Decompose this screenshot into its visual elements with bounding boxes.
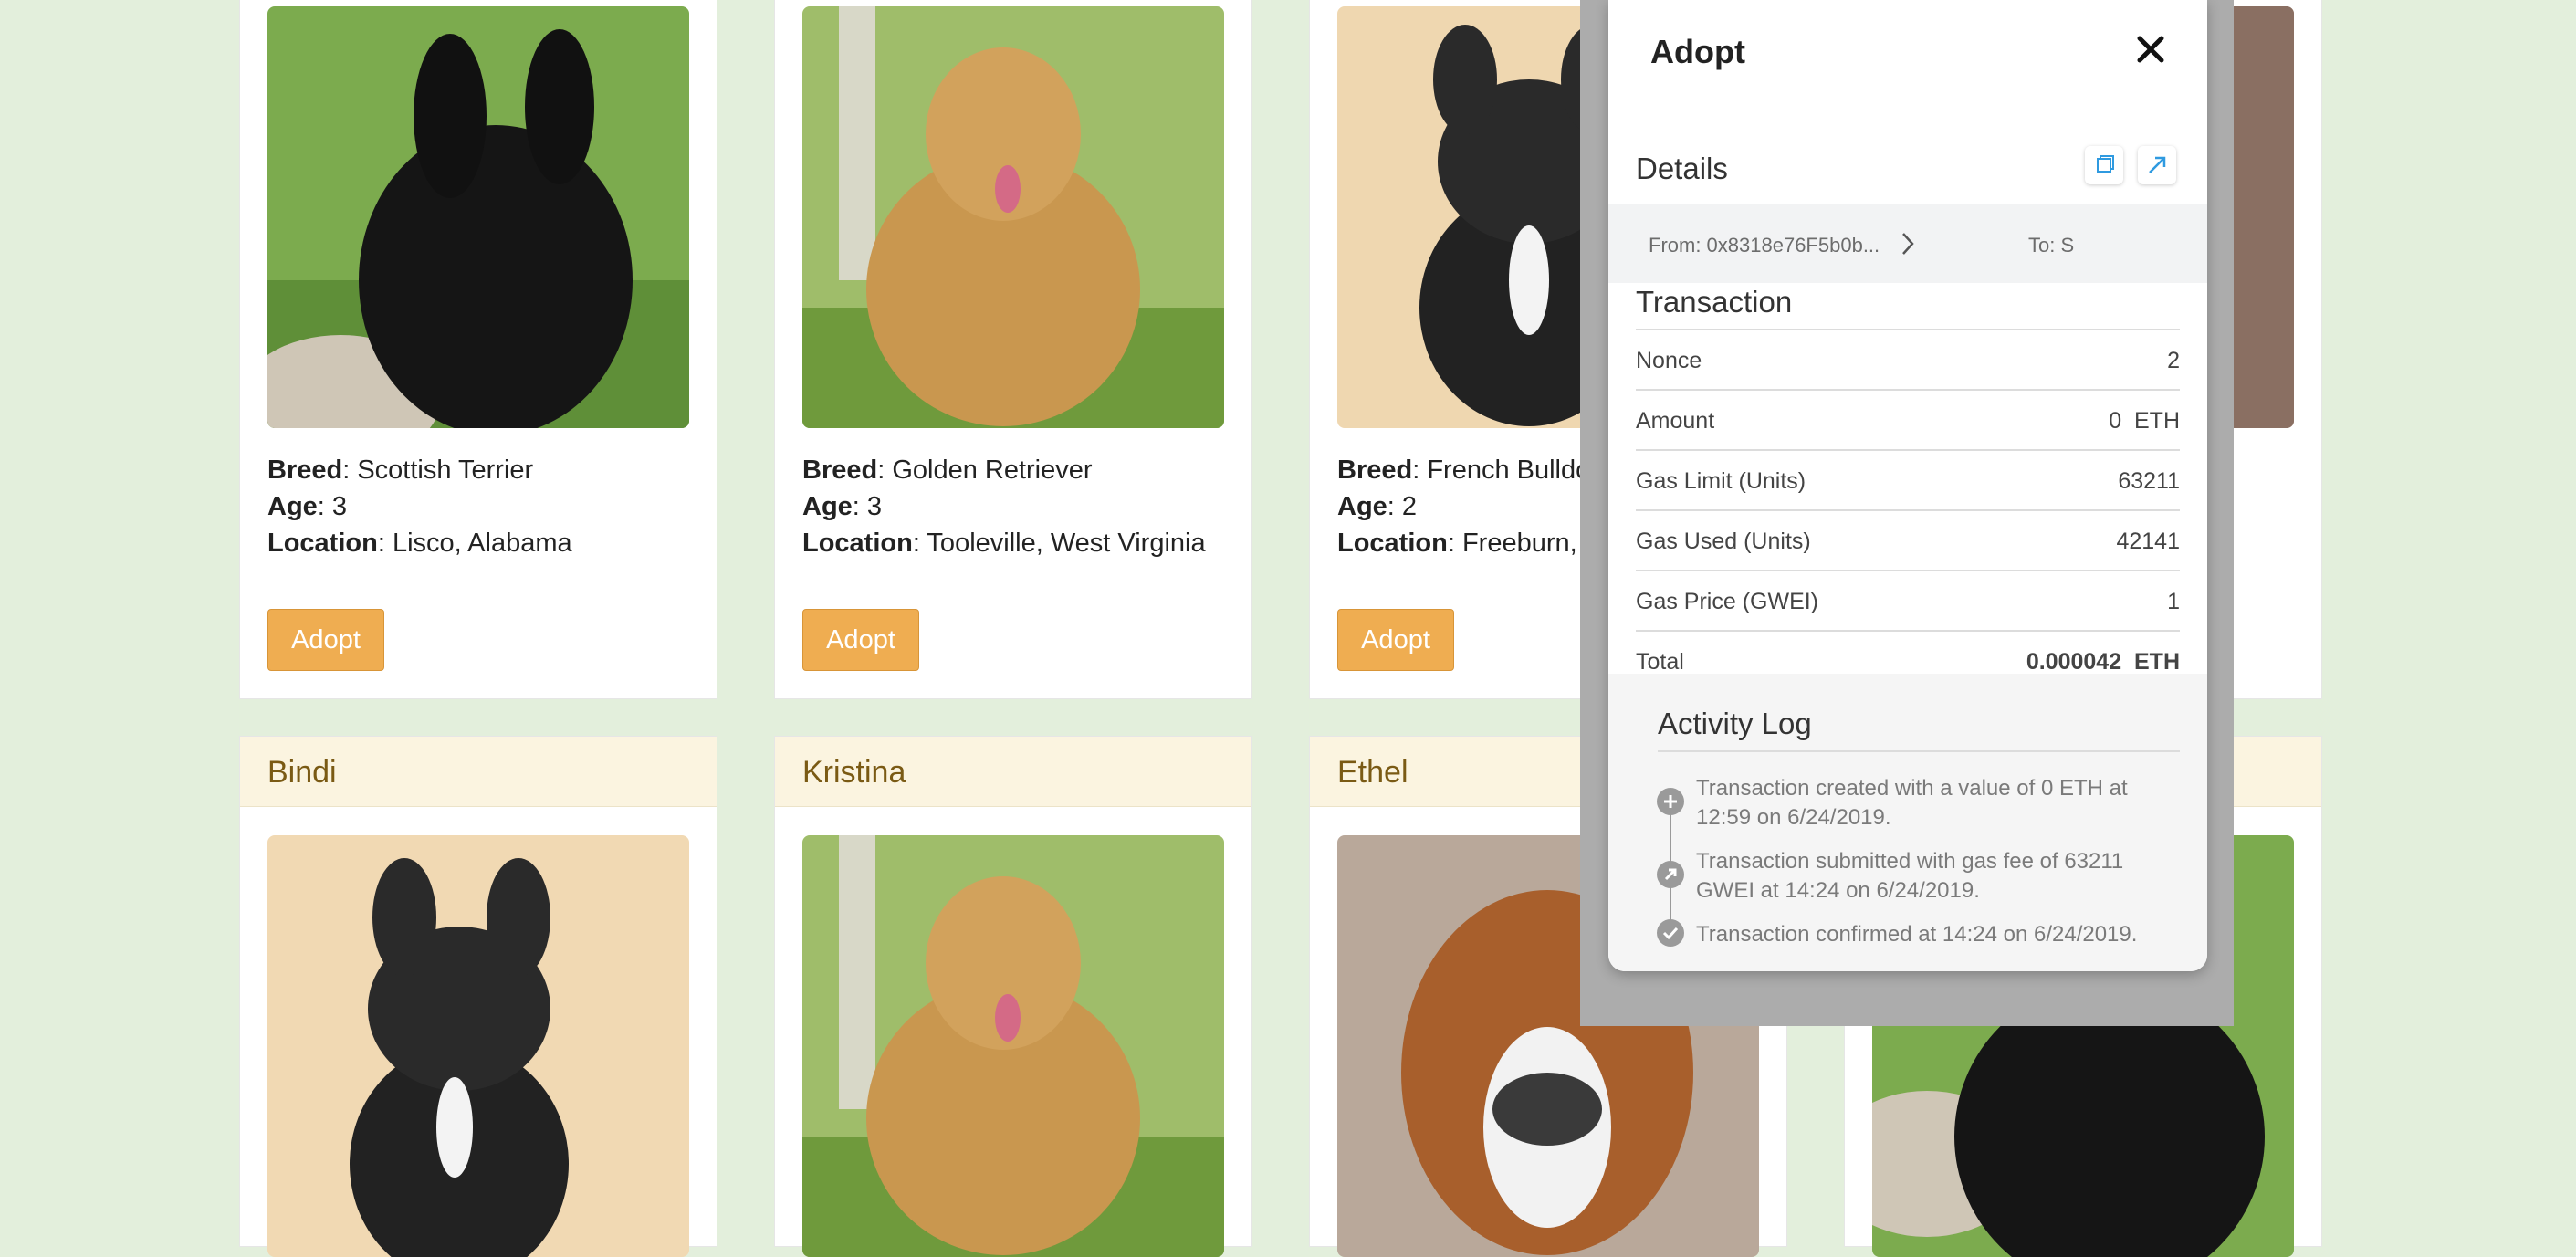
divider [1636, 329, 2180, 330]
breed-label: Breed [802, 456, 878, 485]
pet-card-5: Bindi [239, 736, 717, 1257]
location-label: Location [1337, 529, 1448, 558]
pet-photo-golden-retriever [802, 6, 1224, 428]
age-value: : 3 [852, 492, 883, 521]
divider [1636, 389, 2180, 391]
divider [1636, 509, 2180, 511]
arrow-circle-icon [1657, 861, 1684, 888]
copy-icon [2097, 155, 2114, 173]
gas-price-label: Gas Price (GWEI) [1636, 589, 1819, 614]
nonce-label: Nonce [1636, 348, 1702, 373]
pet-info: Breed: Golden Retriever Age: 3 Location:… [802, 452, 1206, 561]
log-entry-submitted: Transaction submitted with gas fee of 63… [1696, 849, 2124, 903]
modal-title: Adopt [1650, 33, 1745, 70]
adopt-button[interactable]: Adopt [802, 609, 919, 671]
activity-log-title: Activity Log [1658, 707, 1812, 740]
details-title: Details [1636, 152, 1728, 185]
nonce-value: 2 [2167, 348, 2180, 373]
pet-card-2: Breed: Golden Retriever Age: 3 Location:… [774, 0, 1252, 699]
gas-limit-label: Gas Limit (Units) [1636, 468, 1806, 494]
divider [1636, 570, 2180, 571]
chevron-right-icon [1902, 233, 1914, 255]
gas-used-label: Gas Used (Units) [1636, 529, 1811, 554]
from-to-bar: From: 0x8318e76F5b0b... To: S [1608, 204, 2207, 283]
amount-label: Amount [1636, 408, 1715, 434]
log-entry-confirmed: Transaction confirmed at 14:24 on 6/24/2… [1696, 922, 2138, 947]
transaction-title: Transaction [1636, 285, 1793, 319]
age-label: Age [802, 492, 853, 521]
adopt-button[interactable]: Adopt [1337, 609, 1454, 671]
pet-card-1: Breed: Scottish Terrier Age: 3 Location:… [239, 0, 717, 699]
gas-price-value: 1 [2167, 589, 2180, 614]
location-value: : Tooleville, West Virginia [912, 529, 1206, 558]
divider [1658, 750, 2180, 752]
pet-photo-scottish-terrier [267, 6, 689, 428]
pet-photo-golden-retriever [802, 835, 1224, 1257]
gas-used-value: 42141 [2116, 529, 2180, 554]
card-header: Kristina [775, 737, 1251, 807]
check-circle-icon [1657, 919, 1684, 947]
adopt-button[interactable]: Adopt [267, 609, 384, 671]
external-link-icon [2149, 156, 2166, 173]
plus-circle-icon [1657, 788, 1684, 815]
breed-value: : Scottish Terrier [342, 456, 534, 485]
breed-label: Breed [1337, 456, 1413, 485]
close-icon[interactable] [2132, 31, 2169, 68]
pet-name: Kristina [802, 755, 906, 790]
age-value: : 3 [317, 492, 348, 521]
pet-card-6: Kristina [774, 736, 1252, 1257]
gas-limit-value: 63211 [2118, 468, 2180, 494]
divider [1636, 630, 2180, 632]
age-label: Age [267, 492, 318, 521]
total-label: Total [1636, 649, 1684, 675]
pet-name: Bindi [267, 755, 337, 790]
log-entry-created: Transaction created with a value of 0 ET… [1696, 776, 2128, 830]
pet-name: Ethel [1337, 755, 1408, 790]
location-value: : Lisco, Alabama [377, 529, 572, 558]
total-value: 0.000042 ETH [2026, 649, 2180, 675]
to-address[interactable]: To: S [2028, 234, 2074, 257]
copy-button[interactable] [2085, 146, 2123, 184]
breed-value: : Golden Retriever [877, 456, 1093, 485]
location-label: Location [802, 529, 913, 558]
pet-photo-french-bulldog [267, 835, 689, 1257]
pet-info: Breed: Scottish Terrier Age: 3 Location:… [267, 452, 572, 561]
breed-label: Breed [267, 456, 343, 485]
location-value: : Freeburn, I [1447, 529, 1592, 558]
from-address[interactable]: From: 0x8318e76F5b0b... [1649, 234, 1880, 257]
location-label: Location [267, 529, 378, 558]
open-external-button[interactable] [2138, 146, 2176, 184]
pet-info: Breed: French Bulldo Age: 2 Location: Fr… [1337, 452, 1592, 561]
age-value: : 2 [1387, 492, 1418, 521]
transaction-modal: Adopt Details From: 0x8318e76F5b0b... To… [1608, 0, 2207, 971]
amount-value: 0 ETH [2109, 408, 2180, 434]
divider [1636, 449, 2180, 451]
age-label: Age [1337, 492, 1387, 521]
card-header: Bindi [240, 737, 717, 807]
breed-value: : French Bulldo [1412, 456, 1591, 485]
